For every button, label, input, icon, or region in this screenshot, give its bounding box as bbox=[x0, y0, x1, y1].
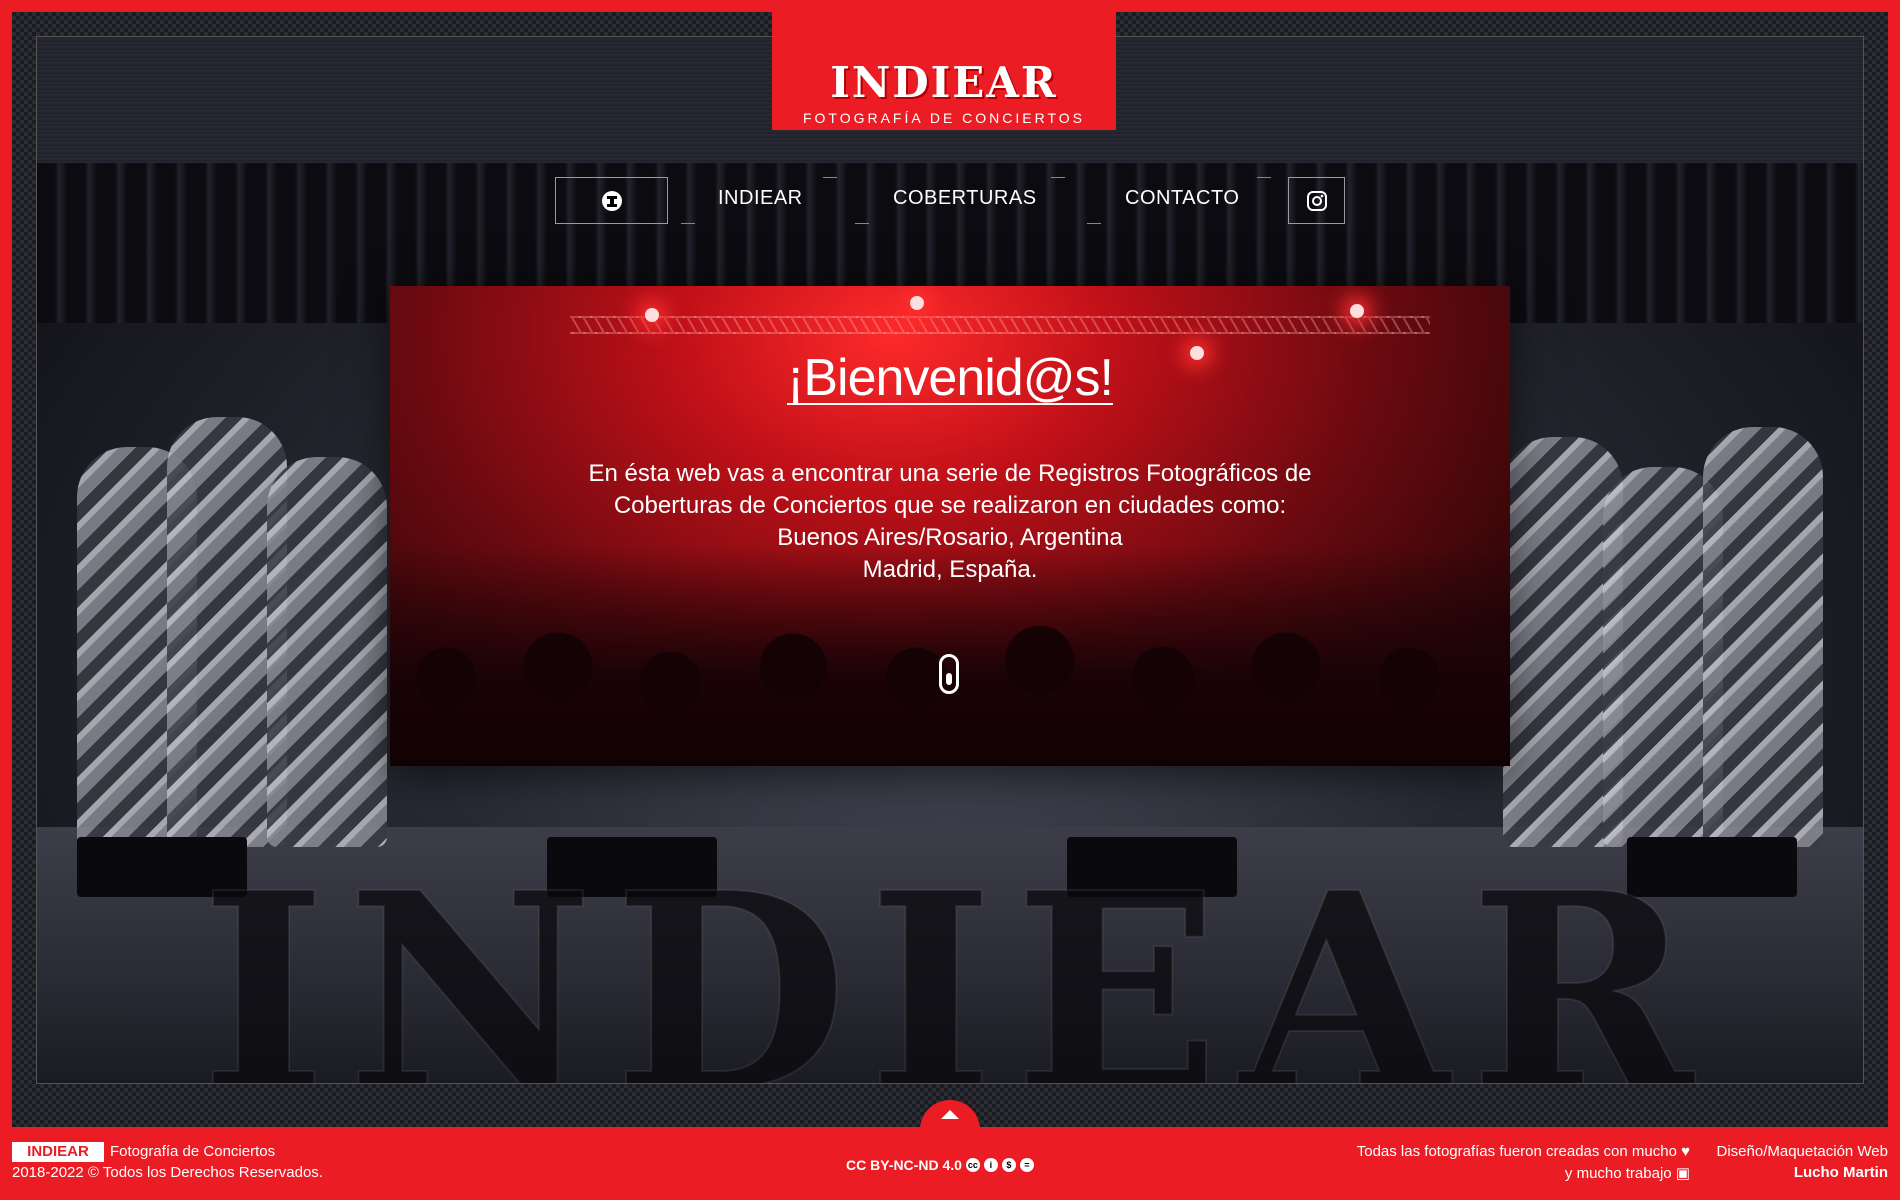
site-logo[interactable]: INDIEAR FOTOGRAFÍA DE CONCIERTOS bbox=[772, 12, 1116, 130]
nav-divider bbox=[823, 177, 837, 178]
logo-title: INDIEAR bbox=[830, 58, 1058, 107]
nav-item-contacto[interactable]: CONTACTO bbox=[1125, 187, 1239, 210]
footer-copyright: 2018-2022 © Todos los Derechos Reservado… bbox=[12, 1164, 323, 1181]
performer bbox=[1703, 427, 1823, 847]
footer-author[interactable]: Lucho Martin bbox=[1794, 1164, 1888, 1181]
nav-divider bbox=[1087, 223, 1101, 224]
heart-icon: ♥ bbox=[1681, 1143, 1690, 1160]
instagram-button[interactable] bbox=[1288, 177, 1345, 224]
nav-divider bbox=[681, 223, 695, 224]
mouse-scroll-icon[interactable] bbox=[939, 654, 959, 694]
footer-badge[interactable]: INDIEAR bbox=[12, 1142, 104, 1162]
instagram-icon bbox=[1306, 190, 1327, 211]
camera-icon: ▣ bbox=[1675, 1165, 1690, 1182]
welcome-line: Madrid, España. bbox=[862, 556, 1038, 583]
home-logo-button[interactable] bbox=[555, 177, 668, 224]
nav-item-indiear[interactable]: INDIEAR bbox=[718, 187, 803, 210]
footer: INDIEAR Fotografía de Conciertos 2018-20… bbox=[0, 1130, 1900, 1200]
background-watermark-word: INDIEAR bbox=[199, 833, 1714, 1084]
made-text-2: y mucho trabajo bbox=[1564, 1165, 1672, 1182]
welcome-line: En ésta web vas a encontrar una serie de… bbox=[588, 460, 1312, 487]
footer-design-label: Diseño/Maquetación Web bbox=[1716, 1143, 1889, 1160]
stage-truss bbox=[570, 316, 1430, 334]
logo-subtitle: FOTOGRAFÍA DE CONCIERTOS bbox=[802, 110, 1086, 126]
nav-divider bbox=[1257, 177, 1271, 178]
welcome-line: Coberturas de Conciertos que se realizar… bbox=[613, 492, 1287, 519]
stage-light bbox=[910, 296, 924, 310]
stage-light bbox=[1350, 304, 1364, 318]
welcome-title: ¡Bienvenid@s! bbox=[390, 348, 1510, 408]
welcome-card: ¡Bienvenid@s! En ésta web vas a encontra… bbox=[390, 286, 1510, 766]
nav-divider bbox=[855, 223, 869, 224]
footer-made-line-1: Todas las fotografías fueron creadas con… bbox=[1357, 1143, 1690, 1160]
performers-right bbox=[1483, 287, 1843, 847]
nd-icon: = bbox=[1019, 1158, 1034, 1172]
performers-left bbox=[57, 287, 417, 847]
welcome-line: Buenos Aires/Rosario, Argentina bbox=[777, 524, 1123, 551]
main-nav: INDIEAR COBERTURAS CONTACTO bbox=[555, 177, 1345, 224]
performer bbox=[267, 457, 387, 847]
license[interactable]: CC BY-NC-ND 4.0 cc i $ = bbox=[846, 1157, 1034, 1173]
made-text-1: Todas las fotografías fueron creadas con… bbox=[1356, 1143, 1677, 1160]
footer-tagline: Fotografía de Conciertos bbox=[110, 1143, 276, 1160]
license-text: CC BY-NC-ND 4.0 bbox=[846, 1157, 962, 1173]
cc-icon: cc bbox=[965, 1158, 980, 1172]
nav-item-coberturas[interactable]: COBERTURAS bbox=[893, 187, 1037, 210]
footer-made-line-2: y mucho trabajo ▣ bbox=[1565, 1164, 1690, 1182]
welcome-description: En ésta web vas a encontrar una serie de… bbox=[390, 458, 1510, 586]
stage-light bbox=[645, 308, 659, 322]
nav-divider bbox=[1051, 177, 1065, 178]
indiear-logo-icon bbox=[601, 190, 622, 211]
by-icon: i bbox=[983, 1158, 998, 1172]
welcome-title-text[interactable]: ¡Bienvenid@s! bbox=[787, 349, 1114, 407]
nc-icon: $ bbox=[1001, 1158, 1016, 1172]
